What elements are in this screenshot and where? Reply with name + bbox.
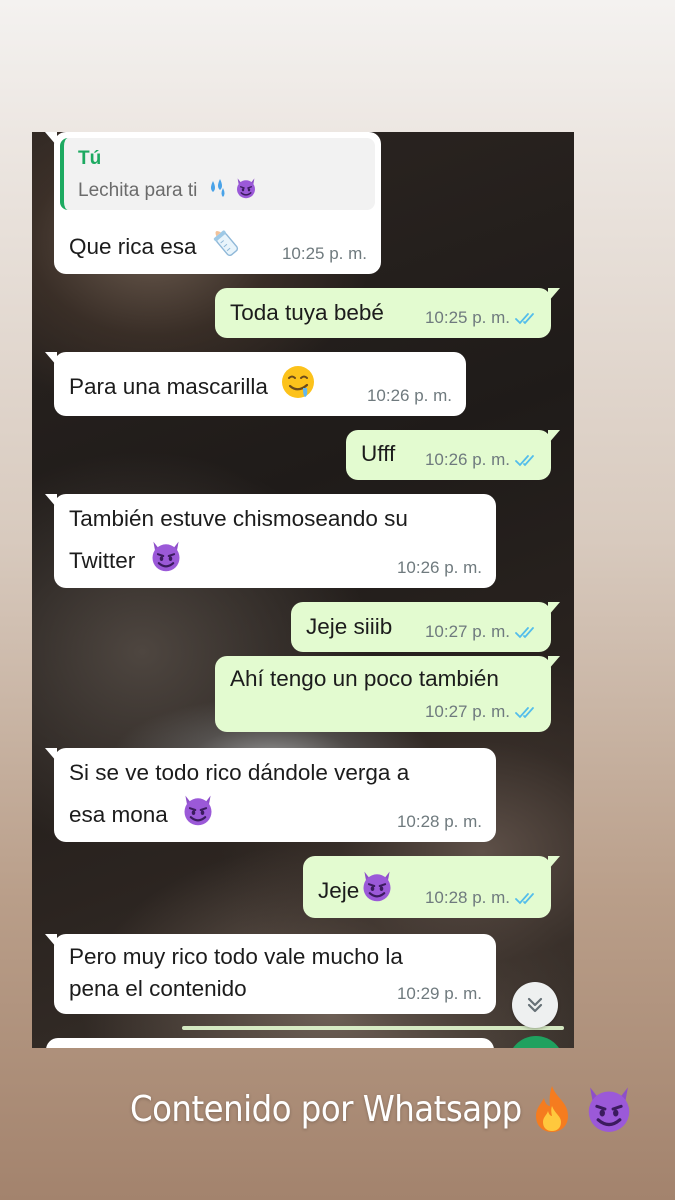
message-meta: 10:27 p. m.	[425, 621, 539, 644]
message-text: Jeje siiib	[306, 614, 393, 639]
message-time: 10:28 p. m.	[396, 812, 482, 832]
quote-text: Lechita para ti	[78, 176, 258, 203]
message-text-line: También estuve chismoseando su	[69, 506, 408, 531]
message-time: 10:27 p. m.	[424, 622, 510, 642]
message-meta: 10:25 p. m.	[425, 307, 539, 330]
message-incoming[interactable]: Pero muy rico todo vale mucho la pena el…	[45, 934, 496, 1014]
message-text: Ufff	[361, 441, 396, 466]
caption-text: Contenido por Whatsapp	[130, 1088, 522, 1130]
chevron-double-down-icon	[527, 997, 543, 1013]
message-text: Que rica esa	[69, 224, 241, 262]
message-outgoing[interactable]: Ahí tengo un poco también 10:27 p. m.	[215, 656, 560, 732]
message-time: 10:25 p. m.	[424, 308, 510, 328]
baby-bottle-icon	[213, 230, 238, 257]
smiling-devil-icon	[148, 538, 184, 574]
partial-outgoing-message	[182, 1026, 564, 1030]
smiling-devil-icon	[359, 868, 395, 904]
drooling-face-icon	[282, 366, 315, 398]
double-check-icon	[515, 626, 539, 640]
message-outgoing[interactable]: Jeje 10:28 p. m.	[303, 856, 560, 918]
quote-author: Tú	[78, 148, 102, 169]
double-check-icon	[515, 706, 539, 720]
scroll-to-bottom-button[interactable]	[512, 982, 558, 1028]
message-outgoing[interactable]: Ufff 10:26 p. m.	[346, 430, 560, 480]
message-text: Jeje	[318, 868, 395, 906]
message-time: 10:26 p. m.	[424, 450, 510, 470]
double-check-icon	[515, 454, 539, 468]
message-time: 10:26 p. m.	[396, 558, 482, 578]
message-text: Toda tuya bebé	[230, 300, 384, 325]
double-check-icon	[515, 312, 539, 326]
message-incoming[interactable]: Para una mascarilla 10:26 p. m.	[45, 352, 466, 416]
partial-incoming-message	[46, 1038, 494, 1048]
story-caption: Contenido por Whatsapp	[130, 1082, 636, 1136]
message-time: 10:25 p. m.	[281, 244, 367, 264]
message-meta: 10:28 p. m.	[425, 887, 539, 910]
fire-icon	[535, 1086, 568, 1132]
message-incoming[interactable]: También estuve chismoseando su Twitter 1…	[45, 494, 496, 588]
message-text: Ahí tengo un poco también	[230, 666, 499, 691]
quoted-message[interactable]: Tú Lechita para ti	[60, 138, 375, 210]
message-incoming[interactable]: Tú Lechita para ti Que rica esa 10:25 p.…	[45, 132, 381, 274]
chat-conversation[interactable]: Tú Lechita para ti Que rica esa 10:25 p.…	[32, 132, 574, 1048]
double-check-icon	[515, 892, 539, 906]
message-meta: 10:26 p. m.	[425, 449, 539, 472]
smiling-devil-icon	[234, 176, 258, 200]
smiling-devil-icon	[180, 792, 216, 828]
message-time: 10:29 p. m.	[396, 984, 482, 1004]
message-time: 10:28 p. m.	[424, 888, 510, 908]
message-text-line: pena el contenido	[69, 976, 247, 1001]
message-meta: 10:27 p. m.	[425, 701, 539, 724]
smiling-devil-icon	[582, 1082, 636, 1136]
action-button[interactable]	[508, 1036, 564, 1048]
message-text-line: Pero muy rico todo vale mucho la	[69, 944, 403, 969]
sweat-droplets-icon	[210, 179, 225, 197]
message-time: 10:26 p. m.	[366, 386, 452, 406]
message-outgoing[interactable]: Toda tuya bebé 10:25 p. m.	[215, 288, 560, 338]
message-text: Para una mascarilla	[69, 364, 316, 402]
message-outgoing[interactable]: Jeje siiib 10:27 p. m.	[291, 602, 560, 652]
message-time: 10:27 p. m.	[424, 702, 510, 722]
message-incoming[interactable]: Si se ve todo rico dándole verga a esa m…	[45, 748, 496, 842]
message-text-line: Si se ve todo rico dándole verga a	[69, 760, 410, 785]
message-text-line: esa mona	[69, 792, 216, 830]
message-text-line: Twitter	[69, 538, 184, 576]
